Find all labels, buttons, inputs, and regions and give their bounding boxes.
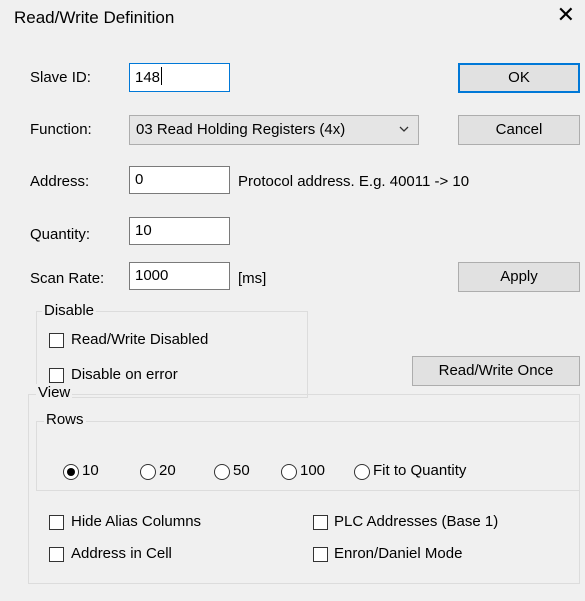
enron-daniel-mode-checkbox[interactable] [313,547,328,562]
rows-50-radio[interactable] [214,464,230,480]
rows-10-radio[interactable] [63,464,79,480]
disable-legend: Disable [42,302,97,320]
read-write-disabled-checkbox[interactable] [49,333,64,348]
slave-id-value: 148 [135,69,161,86]
rows-10-label[interactable]: 10 [82,462,99,479]
view-legend: View [36,384,73,402]
close-icon[interactable]: ✕ [557,4,575,26]
slave-id-input[interactable]: 148 [129,63,230,92]
rows-fit-to-quantity-radio[interactable] [354,464,370,480]
address-hint: Protocol address. E.g. 40011 -> 10 [238,173,470,190]
ok-button[interactable]: OK [458,63,580,93]
rows-100-radio[interactable] [281,464,297,480]
dialog-title: Read/Write Definition [14,8,175,27]
quantity-label: Quantity: [30,226,91,243]
plc-addresses-label[interactable]: PLC Addresses (Base 1) [334,513,498,530]
scan-rate-input[interactable]: 1000 [129,262,230,290]
read-write-disabled-label[interactable]: Read/Write Disabled [71,331,208,348]
cancel-button[interactable]: Cancel [458,115,580,145]
address-label: Address: [30,173,90,190]
disable-on-error-label[interactable]: Disable on error [71,366,178,383]
rows-fit-to-quantity-label[interactable]: Fit to Quantity [373,462,466,479]
rows-20-label[interactable]: 20 [159,462,176,479]
slave-id-label: Slave ID: [30,69,91,86]
plc-addresses-checkbox[interactable] [313,515,328,530]
quantity-input[interactable]: 10 [129,217,230,245]
scan-rate-label: Scan Rate: [30,270,105,287]
address-input[interactable]: 0 [129,166,230,194]
rows-100-label[interactable]: 100 [300,462,325,479]
chevron-down-icon [398,122,410,140]
text-cursor [161,67,163,85]
address-in-cell-label[interactable]: Address in Cell [71,545,172,562]
read-write-once-button[interactable]: Read/Write Once [412,356,580,386]
rows-50-label[interactable]: 50 [233,462,250,479]
hide-alias-columns-checkbox[interactable] [49,515,64,530]
apply-button[interactable]: Apply [458,262,580,292]
rows-20-radio[interactable] [140,464,156,480]
rows-group [36,421,580,491]
function-select[interactable]: 03 Read Holding Registers (4x) [129,115,419,145]
function-selected-value: 03 Read Holding Registers (4x) [136,121,346,138]
hide-alias-columns-label[interactable]: Hide Alias Columns [71,513,201,530]
rows-legend: Rows [44,411,86,429]
enron-daniel-mode-label[interactable]: Enron/Daniel Mode [334,545,462,562]
function-label: Function: [30,121,92,138]
address-in-cell-checkbox[interactable] [49,547,64,562]
scan-rate-unit: [ms] [238,270,267,287]
disable-group [36,311,308,398]
disable-on-error-checkbox[interactable] [49,368,64,383]
